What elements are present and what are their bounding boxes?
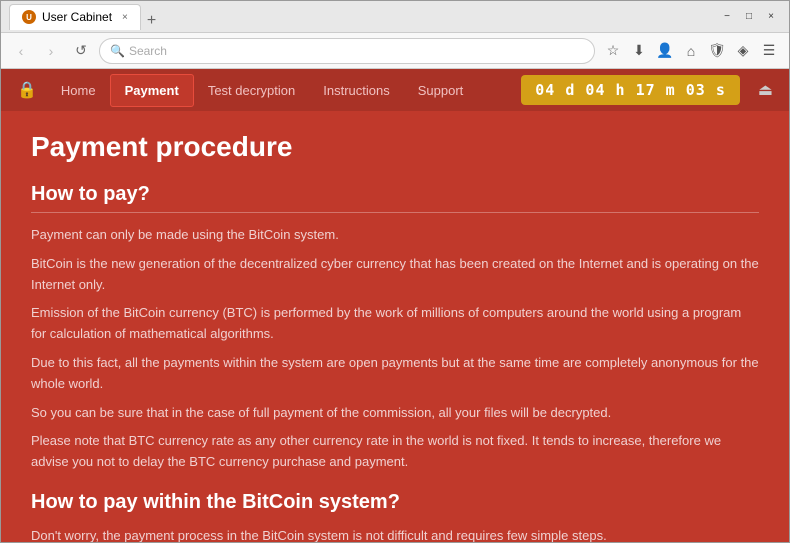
tab-close-button[interactable]: ×	[122, 12, 128, 23]
tab-area: U User Cabinet × +	[9, 4, 717, 30]
paragraph-6: Please note that BTC currency rate as an…	[31, 431, 759, 473]
nav-left: 🔒 Home Payment Test decryption Instructi…	[17, 74, 477, 107]
paragraph-5: So you can be sure that in the case of f…	[31, 403, 759, 424]
site-nav: 🔒 Home Payment Test decryption Instructi…	[1, 69, 789, 111]
toolbar-icons: ☆ ⬇ 👤 ⌂ 🛡 ◈ ☰	[601, 39, 781, 63]
account-icon[interactable]: 👤	[653, 39, 677, 63]
section1-heading: How to pay?	[31, 183, 759, 213]
nav-item-support[interactable]: Support	[404, 75, 478, 106]
shield-icon[interactable]: 🛡	[705, 39, 729, 63]
menu-icon[interactable]: ☰	[757, 39, 781, 63]
back-button[interactable]: ‹	[9, 39, 33, 63]
search-icon: 🔍	[110, 44, 125, 58]
paragraph-3: Emission of the BitCoin currency (BTC) i…	[31, 303, 759, 345]
address-bar-wrapper: 🔍 Search	[99, 38, 595, 64]
nav-item-home[interactable]: Home	[47, 75, 110, 106]
restore-button[interactable]: □	[739, 7, 759, 27]
paragraph-4: Due to this fact, all the payments withi…	[31, 353, 759, 395]
nav-item-payment[interactable]: Payment	[110, 74, 194, 107]
intro-text: Don't worry, the payment process in the …	[31, 526, 759, 542]
pocket-icon[interactable]: ◈	[731, 39, 755, 63]
window-controls: − □ ×	[717, 7, 781, 27]
minimize-button[interactable]: −	[717, 7, 737, 27]
paragraph-2: BitCoin is the new generation of the dec…	[31, 254, 759, 296]
address-input[interactable]: 🔍 Search	[99, 38, 595, 64]
logout-icon[interactable]: ⏏	[758, 80, 773, 100]
tab-favicon: U	[22, 10, 36, 24]
section2-heading: How to pay within the BitCoin system?	[31, 491, 759, 514]
title-bar: U User Cabinet × + − □ ×	[1, 1, 789, 33]
bookmark-icon[interactable]: ☆	[601, 39, 625, 63]
close-button[interactable]: ×	[761, 7, 781, 27]
page-content: Payment procedure How to pay? Payment ca…	[1, 111, 789, 542]
home-icon[interactable]: ⌂	[679, 39, 703, 63]
nav-lock-icon: 🔒	[17, 80, 37, 100]
forward-button[interactable]: ›	[39, 39, 63, 63]
tab-title: User Cabinet	[42, 10, 112, 24]
page-title: Payment procedure	[31, 131, 759, 163]
address-bar: ‹ › ↺ 🔍 Search ☆ ⬇ 👤 ⌂ 🛡 ◈ ☰	[1, 33, 789, 69]
search-placeholder: Search	[129, 44, 167, 58]
new-tab-button[interactable]: +	[143, 12, 160, 30]
nav-item-test-decryption[interactable]: Test decryption	[194, 75, 309, 106]
nav-item-instructions[interactable]: Instructions	[309, 75, 403, 106]
download-icon[interactable]: ⬇	[627, 39, 651, 63]
paragraph-1: Payment can only be made using the BitCo…	[31, 225, 759, 246]
site-content: 🔒 Home Payment Test decryption Instructi…	[1, 69, 789, 542]
countdown-timer: 04 d 04 h 17 m 03 s	[521, 75, 740, 105]
refresh-button[interactable]: ↺	[69, 39, 93, 63]
browser-frame: U User Cabinet × + − □ × ‹ › ↺ 🔍 Search …	[0, 0, 790, 543]
active-tab[interactable]: U User Cabinet ×	[9, 4, 141, 30]
